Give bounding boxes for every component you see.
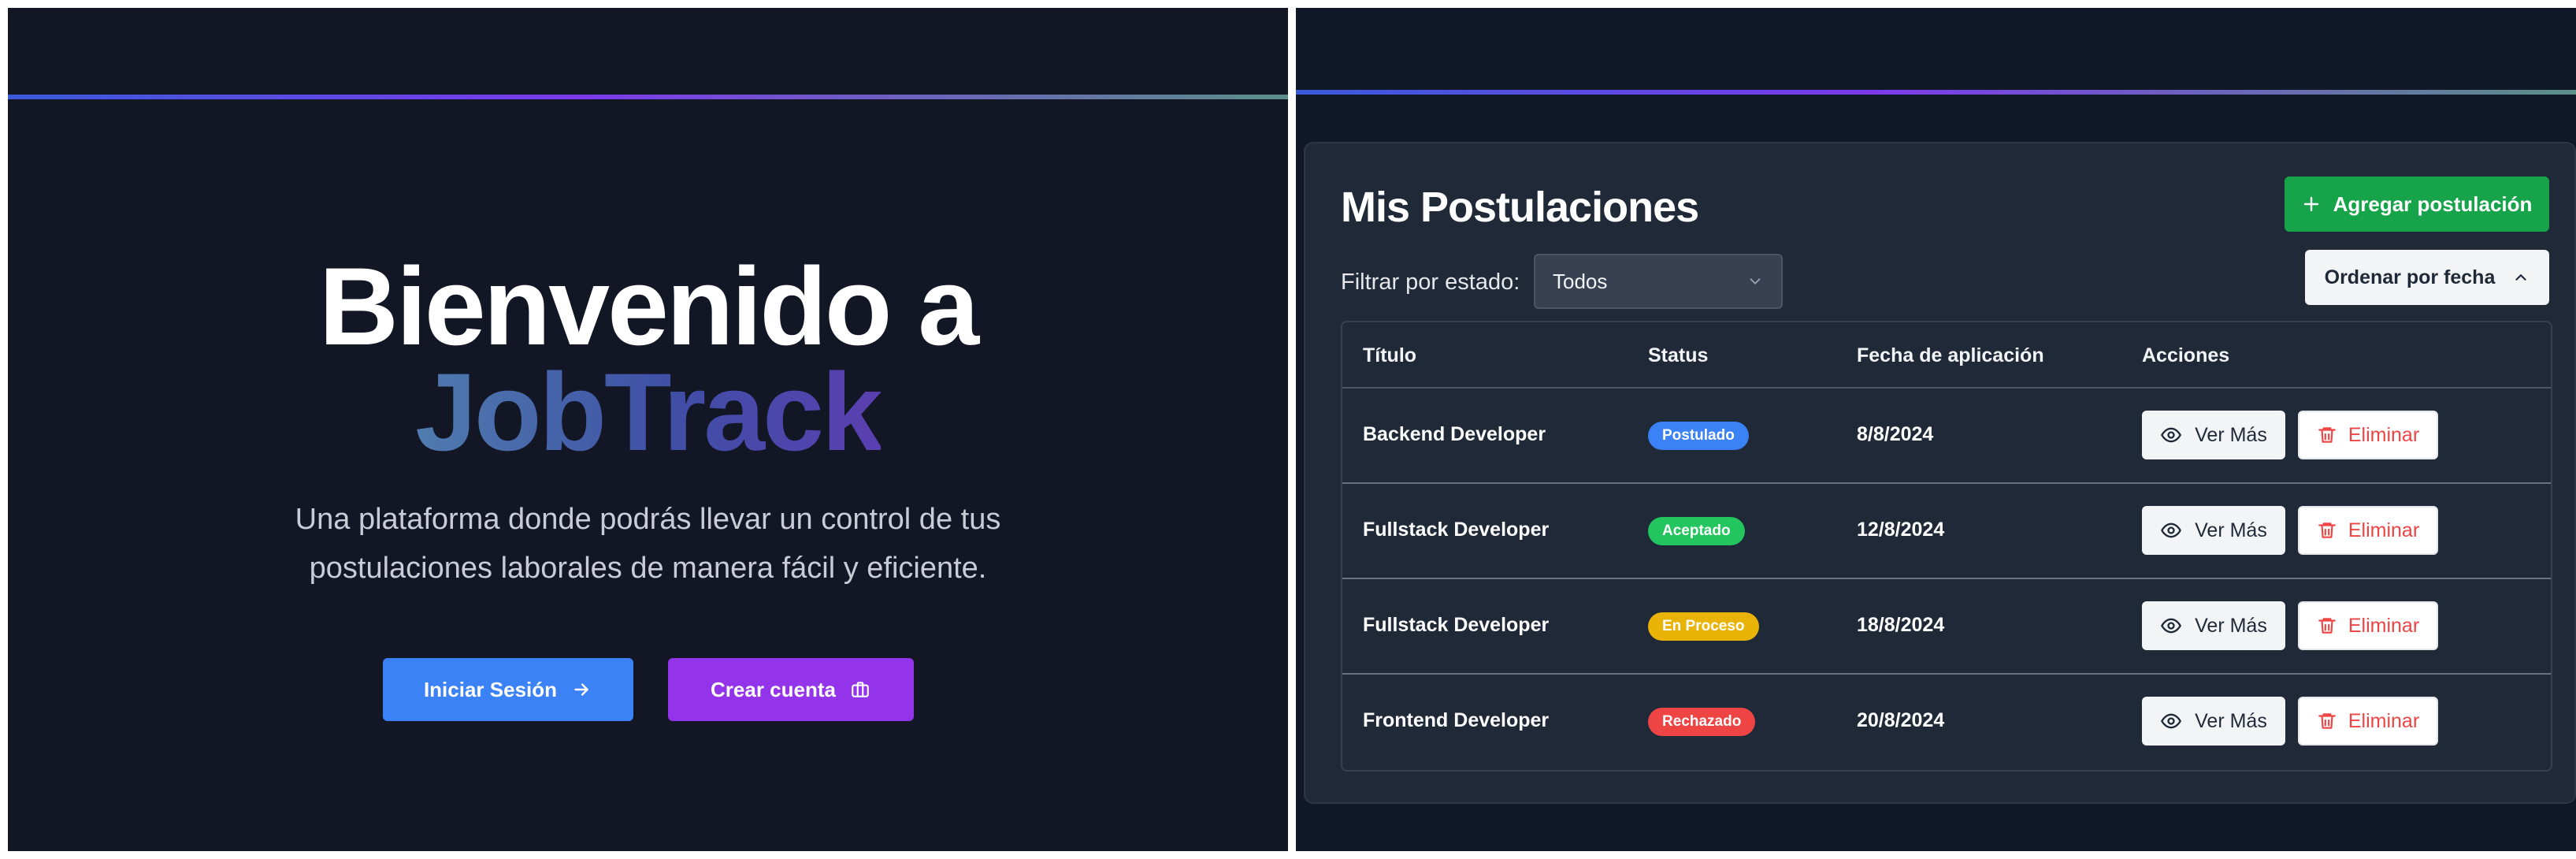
filter-label: Filtrar por estado: (1341, 270, 1520, 295)
add-application-button[interactable]: Agregar postulación (2285, 177, 2549, 232)
table-row: Backend Developer Postulado 8/8/2024 Ver Má… (1342, 389, 2551, 484)
login-label: Iniciar Sesión (423, 677, 558, 701)
column-date: Fecha de aplicación (1857, 344, 2044, 366)
status-filter-select[interactable]: Todos (1534, 254, 1783, 309)
row-title: Fullstack Developer (1363, 519, 1550, 541)
description-line-2: postulaciones laborales de manera fácil … (309, 552, 987, 585)
delete-label: Eliminar (2348, 519, 2420, 541)
status-filter-value: Todos (1553, 269, 1608, 293)
row-date: 20/8/2024 (1857, 709, 1945, 731)
row-date: 18/8/2024 (1857, 614, 1945, 636)
description-line-1: Una plataforma donde podrás llevar un co… (295, 503, 1001, 536)
row-date: 12/8/2024 (1857, 519, 1945, 541)
column-title: Título (1363, 344, 1417, 366)
trash-icon (2318, 427, 2336, 443)
delete-label: Eliminar (2348, 709, 2420, 732)
column-status: Status (1648, 344, 1709, 366)
view-more-label: Ver Más (2195, 423, 2267, 446)
accent-line (8, 95, 1288, 99)
delete-button[interactable]: Eliminar (2298, 601, 2438, 650)
row-title: Backend Developer (1363, 423, 1546, 445)
eye-icon (2161, 713, 2181, 729)
brand-name: JobTrack (415, 350, 883, 474)
page-title: Mis Postulaciones (1341, 184, 1699, 231)
eye-icon (2161, 427, 2181, 443)
table-row: Frontend Developer Rechazado 20/8/2024 Ver … (1342, 675, 2551, 770)
plus-icon (2303, 196, 2318, 212)
landing-screen: Bienvenido a JobTrack Una plataforma don… (8, 8, 1288, 851)
status-badge: Rechazado (1648, 708, 1756, 736)
table-header: Título Status Fecha de aplicación Accion… (1342, 322, 2551, 389)
delete-label: Eliminar (2348, 423, 2420, 446)
trash-icon (2318, 713, 2336, 729)
table-row: Fullstack Developer Aceptado 12/8/2024 Ver … (1342, 484, 2551, 579)
view-more-button[interactable]: Ver Más (2142, 506, 2285, 555)
row-title: Fullstack Developer (1363, 614, 1550, 636)
view-more-button[interactable]: Ver Más (2142, 601, 2285, 650)
arrow-right-icon (574, 683, 588, 696)
row-date: 8/8/2024 (1857, 423, 1934, 445)
signup-label: Crear cuenta (711, 677, 836, 701)
accent-line (1296, 90, 2576, 95)
eye-icon (2161, 618, 2181, 634)
column-actions: Acciones (2142, 344, 2230, 366)
view-more-button[interactable]: Ver Más (2142, 697, 2285, 746)
add-application-label: Agregar postulación (2333, 192, 2533, 216)
view-more-label: Ver Más (2195, 614, 2267, 637)
status-badge: Aceptado (1648, 517, 1745, 545)
view-more-label: Ver Más (2195, 709, 2267, 732)
eye-icon (2161, 522, 2181, 538)
delete-label: Eliminar (2348, 614, 2420, 637)
sort-label: Ordenar por fecha (2324, 266, 2496, 288)
login-button[interactable]: Iniciar Sesión (382, 658, 633, 721)
table-row: Fullstack Developer En Proceso 18/8/2024 Ve… (1342, 579, 2551, 675)
hero: Bienvenido a JobTrack Una plataforma don… (8, 244, 1288, 593)
delete-button[interactable]: Eliminar (2298, 411, 2438, 459)
delete-button[interactable]: Eliminar (2298, 697, 2438, 746)
delete-button[interactable]: Eliminar (2298, 506, 2438, 555)
sort-by-date-button[interactable]: Ordenar por fecha (2305, 250, 2549, 305)
trash-icon (2318, 618, 2336, 634)
view-more-label: Ver Más (2195, 519, 2267, 541)
cta-row: Iniciar Sesión Crear cuenta (8, 658, 1288, 721)
status-badge: Postulado (1648, 422, 1749, 450)
view-more-button[interactable]: Ver Más (2142, 411, 2285, 459)
dashboard-screen: Mis Postulaciones Agregar postulación Fi… (1296, 8, 2576, 851)
chevron-down-icon (1750, 278, 1761, 284)
chevron-up-icon (2515, 274, 2526, 281)
row-title: Frontend Developer (1363, 709, 1550, 731)
briefcase-icon (852, 682, 869, 697)
trash-icon (2318, 522, 2336, 538)
hero-title: Bienvenido a (318, 244, 979, 368)
hero-description: Una plataforma donde podrás llevar un co… (8, 495, 1288, 593)
applications-card: Mis Postulaciones Agregar postulación Fi… (1304, 142, 2576, 804)
signup-button[interactable]: Crear cuenta (667, 658, 914, 721)
applications-table: Título Status Fecha de aplicación Accion… (1341, 321, 2552, 772)
status-badge: En Proceso (1648, 612, 1759, 641)
